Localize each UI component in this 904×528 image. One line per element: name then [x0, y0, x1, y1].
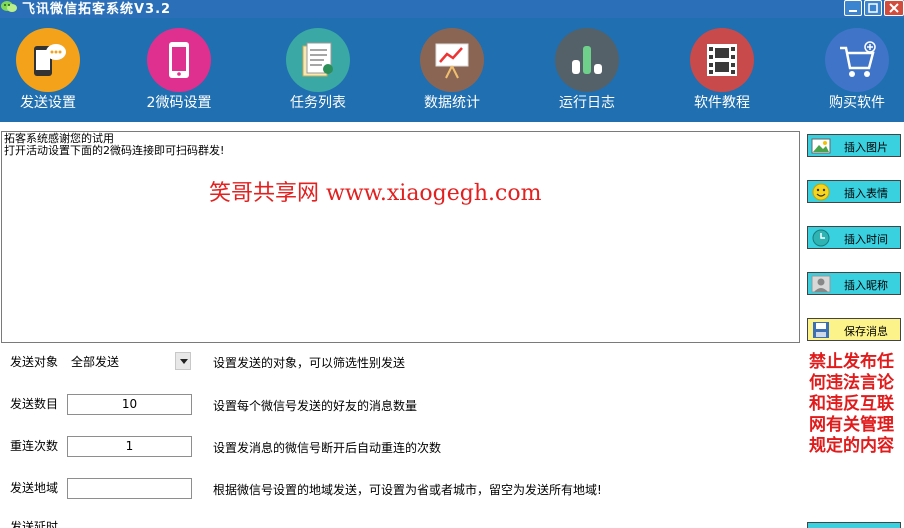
tool-buy-software[interactable]: 购买软件 — [797, 28, 904, 120]
tool-label: 运行日志 — [559, 95, 615, 111]
maximize-icon — [868, 3, 878, 13]
tool-label: 任务列表 — [290, 95, 346, 111]
tool-qrcode-settings[interactable]: 2微码设置 — [119, 28, 239, 120]
message-line: 打开活动设置下面的2微码连接即可扫码群发! — [4, 144, 225, 157]
floppy-save-icon — [813, 322, 829, 338]
button-label: 保存消息 — [844, 325, 888, 338]
target-description: 设置发送的对象，可以筛选性别发送 — [213, 356, 406, 370]
film-icon — [707, 44, 737, 76]
shopping-cart-icon — [840, 41, 876, 77]
smartphone-icon — [169, 42, 189, 78]
tool-task-list[interactable]: 任务列表 — [258, 28, 378, 120]
tool-label: 软件教程 — [694, 95, 750, 111]
insert-time-button[interactable]: 插入时间 — [807, 226, 901, 249]
count-label: 发送数目 — [10, 397, 59, 411]
legal-warning: 禁止发布任何违法言论和违反互联网有关管理规定的内容 — [809, 352, 894, 456]
close-button[interactable] — [884, 0, 904, 16]
delay-label: 发送延时 — [10, 520, 59, 528]
dropdown-button[interactable] — [175, 352, 191, 370]
tool-send-settings[interactable]: 发送设置 — [0, 28, 108, 120]
tool-data-statistics[interactable]: 数据统计 — [392, 28, 512, 120]
retry-description: 设置发消息的微信号断开后自动重连的次数 — [213, 441, 442, 455]
button-label: 插入表情 — [844, 187, 888, 200]
count-description: 设置每个微信号发送的好友的消息数量 — [213, 399, 418, 413]
tool-label: 发送设置 — [20, 95, 76, 111]
bottom-button[interactable] — [807, 522, 901, 528]
insert-image-button[interactable]: 插入图片 — [807, 134, 901, 157]
retry-label: 重连次数 — [10, 439, 59, 453]
region-input[interactable] — [67, 478, 192, 499]
button-label: 插入图片 — [844, 141, 888, 154]
tool-label: 2微码设置 — [146, 95, 212, 111]
main-toolbar: 发送设置 2微码设置 任务列表 数据统计 运行日志 软件教程 购买软件 — [0, 18, 904, 122]
bar-chart-icon — [572, 46, 602, 74]
save-message-button[interactable]: 保存消息 — [807, 318, 901, 341]
count-input[interactable]: 10 — [67, 394, 192, 415]
image-icon — [811, 138, 831, 154]
target-select-value: 全部发送 — [71, 355, 120, 369]
document-list-icon — [302, 42, 333, 77]
window-title: 飞讯微信拓客系统V3.2 — [22, 2, 172, 17]
minimize-button[interactable] — [844, 0, 862, 16]
region-description: 根据微信号设置的地域发送，可设置为省或者城市，留空为发送所有地域! — [213, 483, 602, 497]
clock-icon — [812, 229, 830, 247]
close-icon — [889, 3, 899, 13]
wechat-icon — [1, 1, 17, 12]
button-label: 插入时间 — [844, 233, 888, 246]
tool-run-log[interactable]: 运行日志 — [527, 28, 647, 120]
tool-label: 购买软件 — [829, 95, 885, 111]
target-select[interactable]: 全部发送 — [67, 351, 192, 372]
region-label: 发送地域 — [10, 481, 59, 495]
insert-emoji-button[interactable]: 插入表情 — [807, 180, 901, 203]
presentation-chart-icon — [435, 43, 469, 79]
insert-nickname-button[interactable]: 插入昵称 — [807, 272, 901, 295]
user-icon — [811, 275, 831, 293]
minimize-icon — [849, 10, 857, 12]
chevron-down-icon — [180, 359, 188, 364]
target-label: 发送对象 — [10, 355, 59, 369]
tool-software-tutorial[interactable]: 软件教程 — [662, 28, 782, 120]
message-editor[interactable]: 拓客系统感谢您的试用 打开活动设置下面的2微码连接即可扫码群发! 笑哥共享网 w… — [1, 131, 800, 343]
chat-phone-icon — [34, 44, 66, 76]
maximize-button[interactable] — [864, 0, 882, 16]
button-label: 插入昵称 — [844, 279, 888, 292]
smiley-icon — [812, 183, 830, 201]
title-bar: 飞讯微信拓客系统V3.2 — [0, 0, 904, 18]
retry-input[interactable]: 1 — [67, 436, 192, 457]
watermark-text: 笑哥共享网 www.xiaogegh.com — [209, 181, 542, 206]
tool-label: 数据统计 — [424, 95, 480, 111]
